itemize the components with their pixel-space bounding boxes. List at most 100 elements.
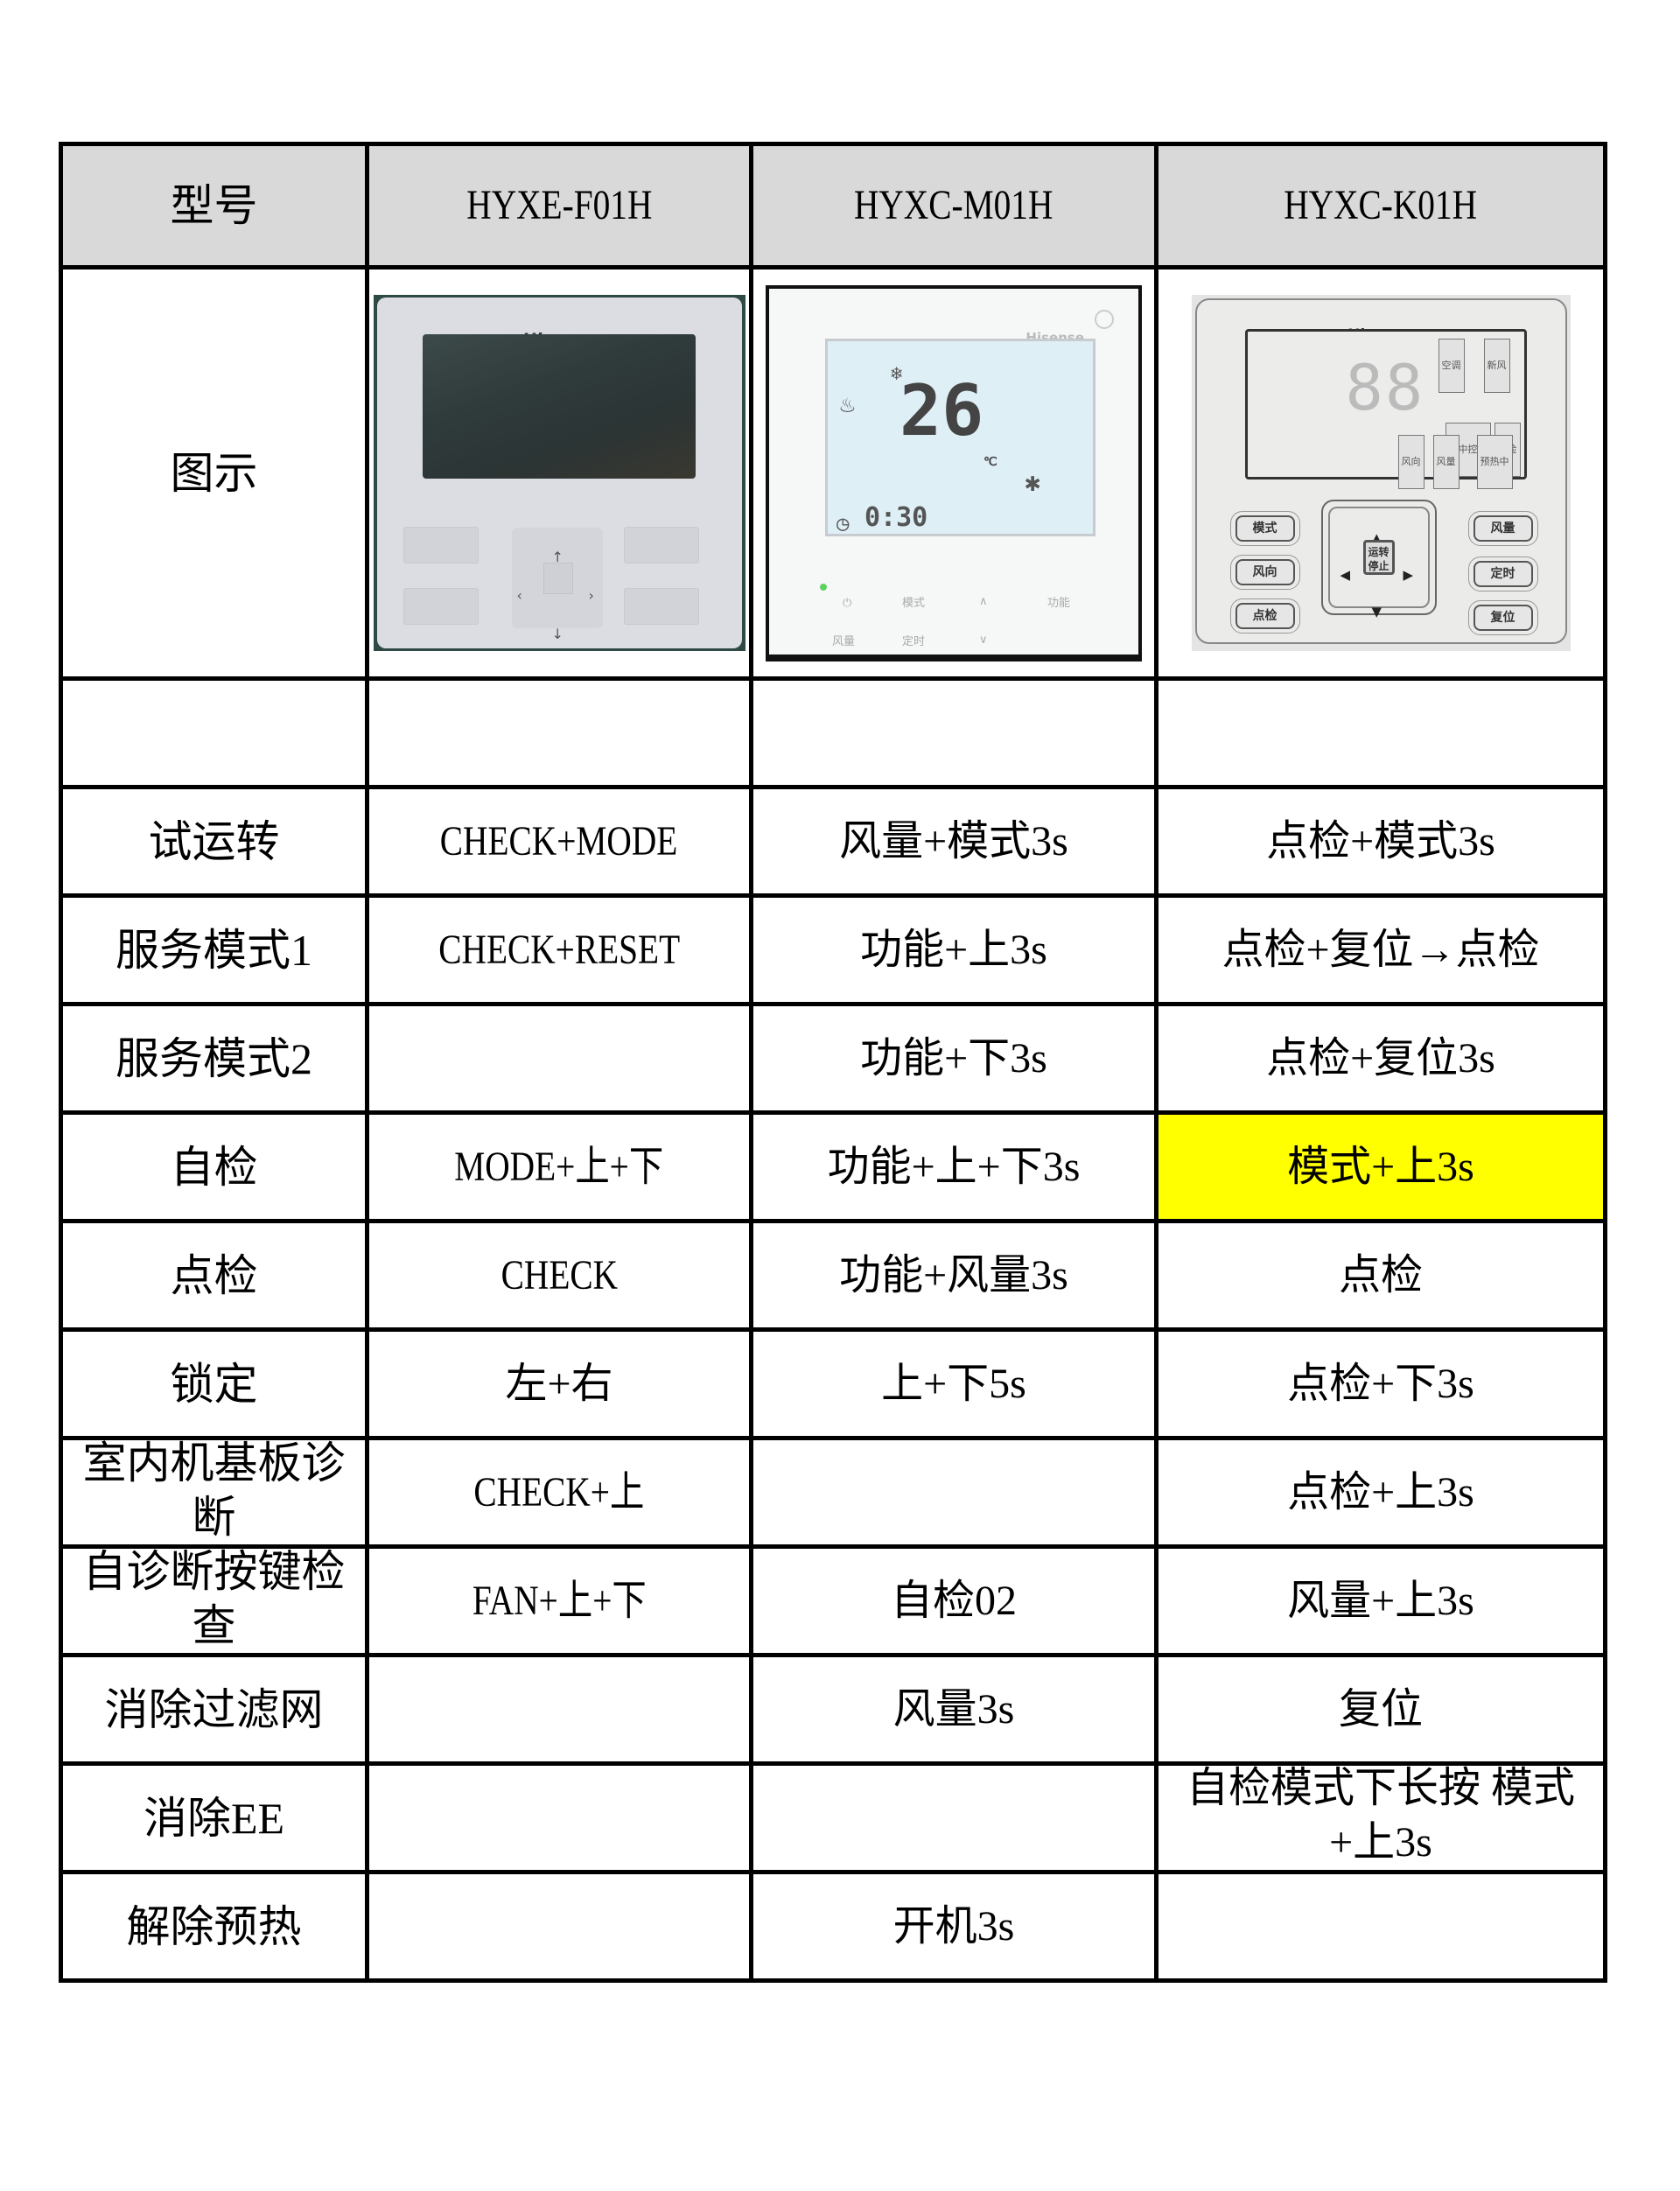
- row-label: 服务模式1: [59, 893, 369, 1006]
- table-cell: MODE+上+下: [365, 1110, 753, 1223]
- header-label-cell: 型号: [59, 142, 369, 270]
- right-arrow-icon: ›: [588, 587, 594, 604]
- table-cell: 点检+下3s: [1154, 1327, 1607, 1440]
- remote-button: 模式: [1229, 511, 1300, 546]
- table-cell: 左+右: [365, 1327, 753, 1440]
- row-label: 自检: [59, 1110, 369, 1223]
- row-label: 消除过滤网: [59, 1653, 369, 1766]
- image-row: 图示 Hisense ↑ ↓ ‹ ›: [59, 265, 1607, 681]
- table-cell: 自检模式下长按 模式+上3s: [1154, 1761, 1607, 1874]
- run-stop-button: 运转停止: [1362, 540, 1395, 575]
- table-cell: [365, 1653, 753, 1766]
- row-label: 锁定: [59, 1327, 369, 1440]
- remote-button-label: 风量: [832, 634, 856, 648]
- remote-face: Hisense 空调 新风 88 集中控制 点检 风向 风量 预热中 模式 风向…: [1194, 298, 1567, 644]
- table-cell: 风量+模式3s: [749, 785, 1158, 898]
- table-cell: [1154, 676, 1607, 789]
- power-icon: [1095, 309, 1114, 329]
- left-arrow-icon: ‹: [516, 587, 522, 604]
- table-cell: 点检+模式3s: [1154, 785, 1607, 898]
- table-row: [59, 676, 1607, 789]
- table-row: 锁定 左+右 上+下5s 点检+下3s: [59, 1327, 1607, 1440]
- cell-text: CHECK+上: [473, 1468, 645, 1516]
- fan-mode-icon: ♨: [840, 388, 855, 418]
- fan-speed-icon: ✱: [1025, 466, 1041, 498]
- table-row: 室内机基板诊断 CHECK+上 点检+上3s: [59, 1436, 1607, 1549]
- image-cell: Hisense 空调 新风 88 集中控制 点检 风向 风量 预热中 模式 风向…: [1154, 265, 1607, 681]
- cell-text: CHECK: [500, 1251, 618, 1298]
- table-cell: FAN+上+下: [365, 1544, 753, 1657]
- table-cell: 功能+下3s: [749, 1002, 1158, 1115]
- header-label: 型号: [170, 181, 258, 230]
- left-triangle-icon: ◀: [1340, 567, 1351, 583]
- lcd-screen: 空调 新风 88 集中控制 点检 风向 风量 预热中: [1244, 329, 1527, 489]
- lcd-temperature-unit: ℃: [984, 454, 998, 469]
- remote-button: 风量: [1467, 511, 1538, 546]
- row-label-cell: 自诊断按键检查: [59, 1544, 369, 1657]
- remote-button: 点检: [1229, 598, 1300, 634]
- table-row: 服务模式1 CHECK+RESET 功能+上3s 点检+复位→点检: [59, 893, 1607, 1006]
- remote-button: [623, 588, 699, 625]
- row-label: 消除EE: [59, 1761, 369, 1874]
- table-row: 消除过滤网 风量3s 复位: [59, 1653, 1607, 1766]
- cell-text: CHECK+RESET: [438, 926, 680, 973]
- table-cell: [1154, 1870, 1607, 1983]
- row-label: 试运转: [59, 785, 369, 898]
- model-name: HYXC-M01H: [854, 182, 1054, 228]
- remote-button: [402, 527, 479, 564]
- lcd-tag: 预热中: [1476, 435, 1513, 489]
- remote-face: Hisense ↑ ↓ ‹ ›: [376, 298, 742, 648]
- image-row-label: 图示: [170, 448, 258, 498]
- row-label: [59, 676, 369, 789]
- table-cell: 功能+风量3s: [749, 1219, 1158, 1332]
- model-name: HYXC-K01H: [1284, 182, 1478, 228]
- lcd-tag: 新风: [1483, 339, 1510, 393]
- remote-button-label: 功能: [1047, 596, 1071, 610]
- table-cell: 开机3s: [749, 1870, 1158, 1983]
- table-row: 解除预热 开机3s: [59, 1870, 1607, 1983]
- table-cell: [365, 1870, 753, 1983]
- table-cell: [749, 676, 1158, 789]
- row-label-cell: 室内机基板诊断: [59, 1436, 369, 1549]
- lcd-timer: 0:30: [864, 501, 928, 533]
- table-cell: 功能+上+下3s: [749, 1110, 1158, 1223]
- remote-image-m01h: Hisense ❄ ♨ 26 ℃ ✱ ◷ 0:30 ⏻ 模式 ∧ 功能 风量 定…: [766, 284, 1142, 662]
- table-cell: CHECK+上: [365, 1436, 753, 1549]
- table-row: 试运转 CHECK+MODE 风量+模式3s 点检+模式3s: [59, 785, 1607, 898]
- down-arrow-icon: ↓: [551, 626, 564, 642]
- lcd-digits: 88: [1345, 351, 1425, 424]
- remote-button: [623, 527, 699, 564]
- row-label: 自诊断按键检查: [82, 1546, 346, 1650]
- cell-text: CHECK+MODE: [440, 817, 678, 864]
- lcd-tag: 空调: [1438, 339, 1465, 393]
- lcd-tag: 风量: [1432, 435, 1460, 489]
- down-triangle-icon: ▼: [1371, 604, 1382, 620]
- table-cell: 点检: [1154, 1219, 1607, 1332]
- table-cell: CHECK+RESET: [365, 893, 753, 1006]
- row-label: 点检: [59, 1219, 369, 1332]
- image-row-label-cell: 图示: [59, 265, 369, 681]
- row-label: 服务模式2: [59, 1002, 369, 1115]
- clock-icon: ◷: [836, 510, 850, 536]
- remote-face: Hisense ❄ ♨ 26 ℃ ✱ ◷ 0:30 ⏻ 模式 ∧ 功能 风量 定…: [769, 288, 1138, 654]
- cell-text: 自检模式下长按 模式+上3s: [1186, 1764, 1575, 1866]
- table-cell: 风量3s: [749, 1653, 1158, 1766]
- remote-button: 定时: [1467, 556, 1538, 592]
- table-cell: [365, 1002, 753, 1115]
- table-row: 服务模式2 功能+下3s 点检+复位3s: [59, 1002, 1607, 1115]
- table-cell: CHECK: [365, 1219, 753, 1332]
- model-header-cell: HYXC-M01H: [749, 142, 1158, 270]
- right-triangle-icon: ▶: [1403, 567, 1414, 583]
- table-row: 消除EE 自检模式下长按 模式+上3s: [59, 1761, 1607, 1874]
- remote-button: 复位: [1467, 600, 1538, 635]
- row-label: 室内机基板诊断: [82, 1438, 346, 1542]
- table-cell: 上+下5s: [749, 1327, 1158, 1440]
- direction-pad: ↑ ↓ ‹ ›: [511, 528, 603, 642]
- table-row: 自检 MODE+上+下 功能+上+下3s 模式+上3s: [59, 1110, 1607, 1223]
- table-cell: [749, 1436, 1158, 1549]
- table-cell: 自检02: [749, 1544, 1158, 1657]
- header-row: 型号 HYXE-F01H HYXC-M01H HYXC-K01H: [59, 142, 1607, 270]
- model-header-cell: HYXE-F01H: [365, 142, 753, 270]
- image-cell: Hisense ❄ ♨ 26 ℃ ✱ ◷ 0:30 ⏻ 模式 ∧ 功能 风量 定…: [749, 265, 1158, 681]
- table-cell: [749, 1761, 1158, 1874]
